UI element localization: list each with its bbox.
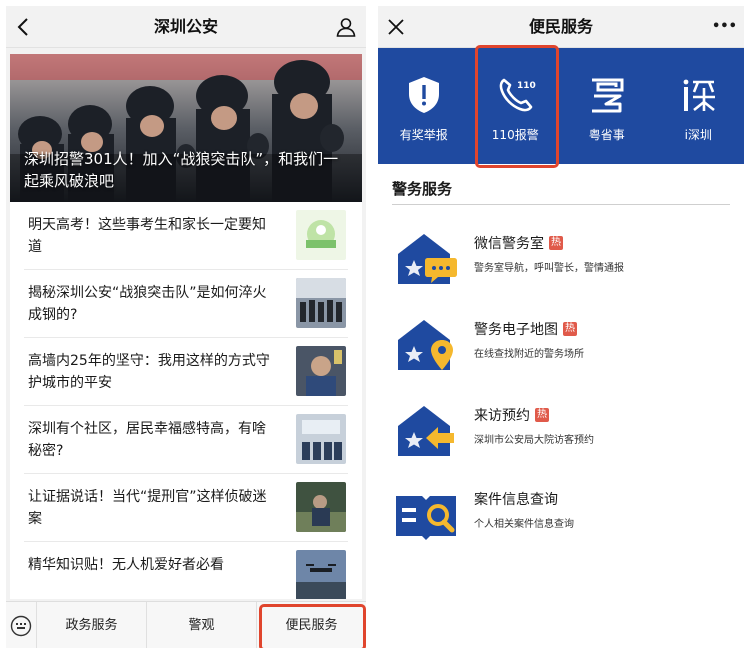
page-title: 深圳公安 bbox=[153, 17, 218, 36]
more-options-icon[interactable]: ••• bbox=[712, 15, 737, 39]
article-row[interactable]: 揭秘深圳公安“战狼突击队”是如何淬火成钢的? bbox=[24, 270, 348, 338]
article-thumbnail bbox=[296, 550, 346, 599]
police-service-e-map[interactable]: 警务电子地图热 在线查找附近的警务场所 bbox=[392, 310, 732, 380]
hot-badge: 热 bbox=[549, 236, 563, 250]
article-title: 揭秘深圳公安“战狼突击队”是如何淬火成钢的? bbox=[28, 285, 267, 323]
tab-police-view[interactable]: 警观 bbox=[146, 602, 256, 648]
phone-110-icon: 110 bbox=[495, 74, 537, 116]
police-chat-icon bbox=[394, 228, 460, 288]
article-row[interactable]: 明天高考！这些事考生和家长一定要知道 bbox=[24, 202, 348, 270]
article-row[interactable]: 精华知识贴！无人机爱好者必看 bbox=[24, 542, 348, 599]
article-thumbnail bbox=[296, 278, 346, 328]
service-description: 个人相关案件信息查询 bbox=[474, 519, 574, 530]
service-i-shenzhen[interactable]: i深圳 bbox=[653, 48, 745, 164]
top-navbar: 便民服务 ••• bbox=[378, 6, 744, 48]
article-thumbnail bbox=[296, 482, 346, 532]
service-title: 案件信息查询 bbox=[474, 492, 558, 508]
service-110-emergency[interactable]: 110 110报警 bbox=[470, 45, 562, 168]
article-title: 让证据说话！当代“提刑官”这样侦破迷案 bbox=[28, 489, 267, 527]
article-title: 明天高考！这些事考生和家长一定要知道 bbox=[28, 217, 266, 255]
police-visit-icon bbox=[394, 400, 460, 460]
shenzhen-police-feed-screen: 深圳公安 深圳招警301人！加入“战狼突击队”，和我们一起乘风破浪吧 明天高考！… bbox=[6, 6, 366, 648]
service-yue-sheng-shi[interactable]: 粤省事 bbox=[561, 48, 653, 164]
service-label: i深圳 bbox=[684, 128, 712, 142]
section-divider bbox=[392, 204, 730, 205]
svg-text:110: 110 bbox=[517, 81, 536, 91]
hot-badge: 热 bbox=[563, 322, 577, 336]
hero-title: 深圳招警301人！加入“战狼突击队”，和我们一起乘风破浪吧 bbox=[24, 150, 339, 190]
convenience-services-screen: 便民服务 ••• 有奖举报 110 110报警 粤省事 i深圳 警务服务 微信警… bbox=[378, 6, 744, 648]
article-thumbnail bbox=[296, 414, 346, 464]
police-service-case-query[interactable]: 案件信息查询 个人相关案件信息查询 bbox=[392, 480, 732, 550]
service-label: 有奖举报 bbox=[399, 128, 448, 142]
article-title: 深圳有个社区，居民幸福感特高，有啥秘密? bbox=[28, 421, 266, 459]
article-thumbnail bbox=[296, 346, 346, 396]
police-service-wechat-station[interactable]: 微信警务室热 警务室导航，呼叫警长，警情通报 bbox=[392, 224, 732, 294]
service-description: 在线查找附近的警务场所 bbox=[474, 349, 584, 360]
case-search-icon bbox=[394, 484, 460, 544]
article-row[interactable]: 高墙内25年的坚守：我用这样的方式守护城市的平安 bbox=[24, 338, 348, 406]
article-row[interactable]: 让证据说话！当代“提刑官”这样侦破迷案 bbox=[24, 474, 348, 542]
bottom-menu-bar: 政务服务 警观 便民服务 bbox=[6, 601, 366, 648]
article-feed: 深圳招警301人！加入“战狼突击队”，和我们一起乘风破浪吧 明天高考！这些事考生… bbox=[10, 54, 362, 599]
article-thumbnail bbox=[296, 210, 346, 260]
service-title: 来访预约热 bbox=[474, 408, 549, 424]
quick-services-band: 有奖举报 110 110报警 粤省事 i深圳 bbox=[378, 45, 745, 168]
profile-icon[interactable] bbox=[334, 15, 358, 39]
tab-convenience-services[interactable]: 便民服务 bbox=[256, 602, 366, 648]
shield-alert-icon bbox=[403, 74, 445, 116]
hero-article[interactable]: 深圳招警301人！加入“战狼突击队”，和我们一起乘风破浪吧 bbox=[10, 54, 362, 202]
service-label: 110报警 bbox=[491, 128, 539, 142]
tab-government-services[interactable]: 政务服务 bbox=[36, 602, 146, 648]
service-title: 微信警务室热 bbox=[474, 236, 563, 252]
service-title: 警务电子地图热 bbox=[474, 322, 577, 338]
yue-logo-icon bbox=[586, 74, 628, 116]
keyboard-icon[interactable] bbox=[6, 602, 36, 648]
hot-badge: 热 bbox=[535, 408, 549, 422]
section-title: 警务服务 bbox=[392, 180, 453, 198]
article-row[interactable]: 深圳有个社区，居民幸福感特高，有啥秘密? bbox=[24, 406, 348, 474]
article-title: 精华知识贴！无人机爱好者必看 bbox=[28, 557, 224, 573]
service-description: 深圳市公安局大院访客预约 bbox=[474, 435, 594, 446]
page-title: 便民服务 bbox=[528, 17, 593, 36]
service-description: 警务室导航，呼叫警长，警情通报 bbox=[474, 263, 624, 274]
police-service-visit-booking[interactable]: 来访预约热 深圳市公安局大院访客预约 bbox=[392, 396, 732, 466]
service-reward-report[interactable]: 有奖举报 bbox=[378, 48, 470, 164]
i-shenzhen-logo-icon bbox=[678, 74, 720, 116]
article-title: 高墙内25年的坚守：我用这样的方式守护城市的平安 bbox=[28, 353, 270, 391]
service-label: 粤省事 bbox=[588, 128, 625, 142]
police-map-icon bbox=[394, 314, 460, 374]
top-navbar: 深圳公安 bbox=[6, 6, 366, 48]
